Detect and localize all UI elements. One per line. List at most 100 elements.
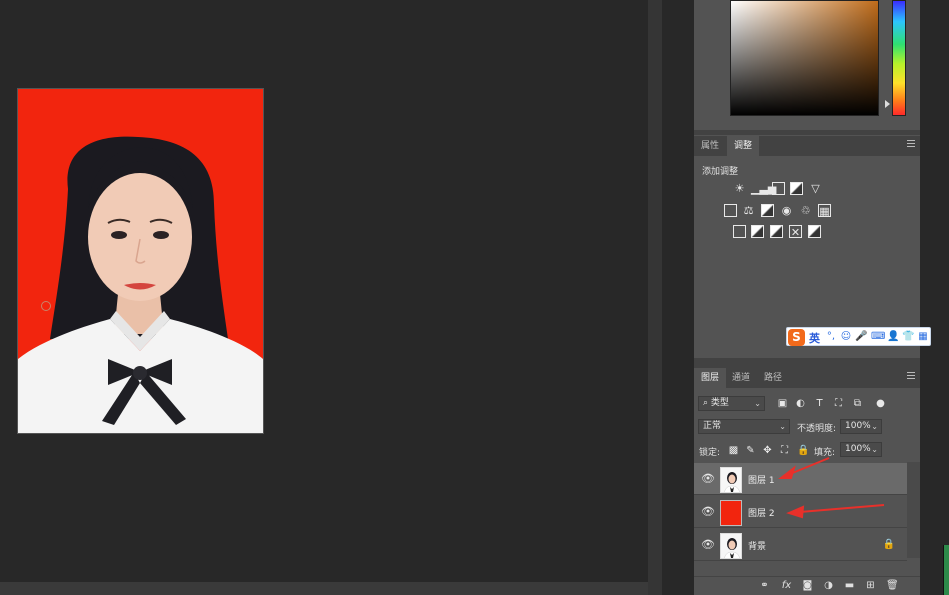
chevron-down-icon: ⌄ (754, 399, 761, 408)
hue-slider-pointer[interactable] (885, 100, 890, 108)
layer-thumbnail (720, 467, 742, 493)
black-white-icon[interactable] (761, 204, 774, 217)
lock-transparency-icon[interactable]: ▩ (728, 445, 739, 456)
skin-icon[interactable]: 👕 (902, 331, 914, 343)
right-edge (920, 0, 949, 595)
layers-panel: 图层 通道 路径 ⌕ 类型 ⌄ ▣ ◐ T ⛶ ⧉ ● 正常 ⌄ 不透明度: 1… (694, 368, 920, 595)
fill-input[interactable]: 100% ⌄ (840, 442, 882, 457)
ime-logo-icon[interactable]: S (788, 329, 805, 346)
toolbox-icon[interactable]: ▦ (917, 331, 929, 343)
adjustments-tabbar: 属性 调整 (694, 136, 920, 156)
layer-row[interactable]: 👁 图层 1 (694, 463, 907, 495)
posterize-icon[interactable] (751, 225, 764, 238)
pixel-filter-icon[interactable]: ▣ (777, 398, 788, 409)
gradient-map-icon[interactable] (808, 225, 821, 238)
layer-row[interactable]: 👁 图层 2 (694, 496, 907, 528)
tab-adjustments[interactable]: 调整 (727, 136, 760, 156)
layer-filter-value: 类型 (710, 398, 729, 408)
threshold-icon[interactable] (770, 225, 783, 238)
layer-name[interactable]: 图层 1 (748, 473, 775, 486)
id-photo-document[interactable] (17, 88, 264, 434)
microphone-icon[interactable]: 🎤 (855, 331, 867, 343)
delete-layer-icon[interactable]: 🗑 (886, 580, 899, 591)
search-icon: ⌕ (703, 398, 709, 408)
cursor-indicator (41, 301, 51, 311)
panel-menu-icon[interactable] (907, 140, 916, 149)
type-filter-icon[interactable]: T (814, 398, 825, 409)
vibrance-icon[interactable]: ▽ (809, 182, 822, 195)
photoshop-window: 属性 调整 添加调整 ☀ ▁▃▅ ▽ ⚖ ◉ ♲ ▦ ✕ 图层 通道 路径 ⌕ … (0, 0, 949, 595)
fill-label: 填充: (814, 448, 836, 458)
visibility-eye-icon[interactable]: 👁 (701, 473, 715, 485)
adjustment-filter-icon[interactable]: ◐ (795, 398, 806, 409)
panel-menu-icon[interactable] (907, 372, 916, 381)
user-icon[interactable]: 👤 (887, 331, 899, 343)
color-panel (694, 0, 920, 130)
new-adjustment-layer-icon[interactable]: ◑ (823, 580, 834, 591)
photo-filter-icon[interactable]: ◉ (780, 204, 793, 217)
chevron-down-icon: ⌄ (779, 422, 786, 431)
layer-name[interactable]: 背景 (748, 539, 766, 552)
keyboard-icon[interactable]: ⌨ (871, 331, 885, 343)
lock-icon: 🔒 (882, 539, 895, 550)
new-layer-icon[interactable]: ⊞ (865, 580, 876, 591)
channel-mixer-icon[interactable]: ♲ (799, 204, 812, 217)
layers-scrollbar[interactable] (907, 462, 920, 558)
tab-paths[interactable]: 路径 (757, 368, 789, 388)
selective-color-icon[interactable]: ✕ (789, 225, 802, 239)
opacity-label: 不透明度: (797, 424, 837, 434)
fill-value: 100% (845, 444, 871, 454)
ime-toolbar[interactable]: S 英 °, ☺ 🎤 ⌨ 👤 👕 ▦ (786, 327, 931, 346)
tab-channels[interactable]: 通道 (725, 368, 757, 388)
layer-thumbnail (720, 533, 742, 559)
layer-filter-select[interactable]: ⌕ 类型 ⌄ (698, 396, 765, 411)
blend-mode-select[interactable]: 正常 ⌄ (698, 419, 790, 434)
lock-artboard-icon[interactable]: ⛶ (779, 445, 790, 456)
panel-separator (694, 130, 920, 135)
emoji-icon[interactable]: ☺ (840, 331, 852, 343)
layer-name[interactable]: 图层 2 (748, 506, 775, 519)
new-group-icon[interactable]: ▬ (844, 580, 855, 591)
visibility-eye-icon[interactable]: 👁 (701, 539, 715, 551)
edge-widget (943, 545, 949, 595)
layer-row[interactable]: 👁 背景 🔒 (694, 529, 907, 561)
right-panel-dock: 属性 调整 添加调整 ☀ ▁▃▅ ▽ ⚖ ◉ ♲ ▦ ✕ 图层 通道 路径 ⌕ … (694, 0, 920, 595)
add-mask-icon[interactable]: ◙ (802, 580, 813, 591)
shape-filter-icon[interactable]: ⛶ (833, 398, 844, 409)
filter-toggle-icon[interactable]: ● (875, 398, 886, 409)
levels-icon[interactable]: ▁▃▅ (751, 182, 776, 195)
link-layers-icon[interactable]: ⚭ (759, 580, 770, 591)
opacity-input[interactable]: 100% ⌄ (840, 419, 882, 434)
smart-object-filter-icon[interactable]: ⧉ (852, 398, 863, 409)
portrait-image (18, 89, 263, 433)
ime-mode-toggle[interactable]: 英 (809, 330, 820, 346)
canvas-vertical-scrollbar[interactable] (648, 0, 662, 595)
color-field[interactable] (730, 0, 879, 116)
layers-tabbar: 图层 通道 路径 (694, 368, 920, 388)
color-balance-icon[interactable]: ⚖ (742, 204, 755, 217)
opacity-value: 100% (845, 421, 871, 431)
punctuation-icon[interactable]: °, (825, 331, 837, 343)
chevron-down-icon: ⌄ (871, 445, 878, 454)
adjustments-panel: 属性 调整 添加调整 ☀ ▁▃▅ ▽ ⚖ ◉ ♲ ▦ ✕ (694, 136, 920, 358)
chevron-down-icon: ⌄ (871, 422, 878, 431)
canvas-workspace[interactable] (0, 0, 648, 582)
lock-all-icon[interactable]: 🔒 (797, 445, 809, 456)
color-lookup-icon[interactable]: ▦ (818, 204, 831, 218)
visibility-eye-icon[interactable]: 👁 (701, 506, 715, 518)
hue-slider[interactable] (892, 0, 906, 116)
horizontal-scrollbar[interactable] (0, 582, 648, 595)
invert-icon[interactable] (733, 225, 746, 238)
panel-gap (662, 0, 694, 595)
brightness-icon[interactable]: ☀ (733, 182, 746, 195)
hue-saturation-icon[interactable] (724, 204, 737, 217)
layers-bottom-toolbar: ⚭ fx ◙ ◑ ▬ ⊞ 🗑 (694, 576, 920, 595)
lock-label: 锁定: (699, 448, 721, 458)
lock-pixels-icon[interactable]: ✎ (745, 445, 756, 456)
tab-layers[interactable]: 图层 (694, 368, 727, 388)
exposure-icon[interactable] (790, 182, 803, 195)
lock-position-icon[interactable]: ✥ (762, 445, 773, 456)
curves-icon[interactable] (772, 182, 785, 195)
layer-style-fx-icon[interactable]: fx (781, 580, 792, 591)
tab-properties[interactable]: 属性 (694, 136, 726, 156)
